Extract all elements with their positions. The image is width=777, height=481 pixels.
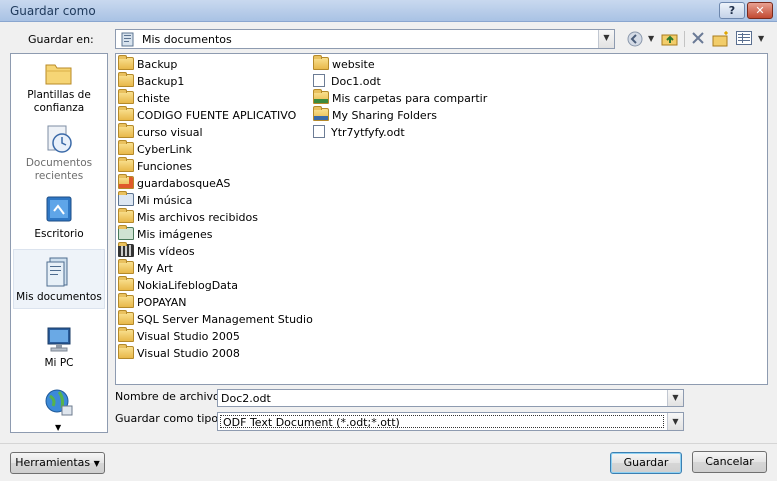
filename-combo[interactable]: Doc2.odt ▼ [217,389,684,407]
folder-icon [118,327,134,342]
chevron-down-icon[interactable]: ▼ [598,30,614,48]
document-icon [313,74,325,87]
chevron-down-icon[interactable]: ▼ [667,413,683,430]
list-item[interactable]: Funciones [118,157,192,175]
list-item[interactable]: CyberLink [118,140,192,158]
folder-icon [45,64,72,85]
save-in-value: Mis documentos [142,33,232,46]
music-folder-icon [118,191,134,206]
list-item[interactable]: Visual Studio 2005 [118,327,240,345]
list-item[interactable]: NokiaLifeblogData [118,276,238,294]
recent-clock-icon [47,125,72,153]
delete-icon[interactable] [691,31,705,47]
list-item[interactable]: SQL Server Management Studio [118,310,313,328]
chevron-down-icon: ▼ [93,459,100,468]
up-folder-icon[interactable] [661,31,679,47]
document-icon [313,125,325,138]
folder-icon [118,123,134,138]
folder-icon [118,310,134,325]
list-item[interactable]: Mi música [118,191,192,209]
list-item[interactable]: Mis carpetas para compartir [313,89,487,107]
computer-icon [47,327,71,352]
folder-icon [313,55,329,70]
chevron-down-icon[interactable]: ▼ [667,390,683,406]
help-button[interactable]: ? [719,2,745,19]
list-item[interactable]: Mis archivos recibidos [118,208,258,226]
list-item[interactable]: Backup [118,55,177,73]
list-item[interactable]: POPAYAN [118,293,187,311]
folder-icon [118,157,134,172]
list-item[interactable]: My Sharing Folders [313,106,437,124]
back-dropdown-icon[interactable]: ▼ [648,31,654,47]
file-list[interactable]: Backup Backup1 chiste CODIGO FUENTE APLI… [115,53,768,385]
place-my-computer[interactable]: Mi PC [13,326,105,370]
new-folder-icon[interactable] [712,31,730,47]
list-item[interactable]: curso visual [118,123,203,141]
places-scroll-down-icon[interactable]: ▼ [55,423,61,432]
folder-icon [118,276,134,291]
list-item[interactable]: My Art [118,259,173,277]
list-item[interactable]: website [313,55,375,73]
list-item[interactable]: Mis imágenes [118,225,213,243]
place-label: Escritorio [34,228,84,240]
folder-icon [118,293,134,308]
title-bar: Guardar como ? ✕ [0,0,777,22]
toolbar-separator [684,31,685,47]
place-label: Plantillas de confianza [27,89,91,114]
filetype-value: ODF Text Document (*.odt;*.ott) [220,415,664,429]
folder-icon [118,55,134,70]
list-item[interactable]: guardabosqueAS [118,174,230,192]
place-label: Documentos recientes [25,157,93,182]
filetype-label: Guardar como tipo: [115,412,222,425]
desktop-icon [46,196,72,222]
network-globe-icon [45,389,73,416]
list-item[interactable]: Visual Studio 2008 [118,344,240,362]
close-button[interactable]: ✕ [747,2,773,19]
my-documents-icon [121,32,134,47]
list-item[interactable]: CODIGO FUENTE APLICATIVO [118,106,296,124]
back-icon[interactable] [627,31,643,47]
place-label: Mi PC [44,357,74,369]
list-item[interactable]: Ytr7ytfyfy.odt [313,124,405,141]
folder-icon [118,140,134,155]
place-recent-documents[interactable]: Documentos recientes [13,124,105,183]
footer-divider [0,443,777,444]
list-item[interactable]: Mis vídeos [118,242,195,260]
videos-folder-icon [118,242,134,257]
places-bar: Plantillas de confianza Documentos recie… [10,53,108,433]
folder-icon [118,208,134,223]
place-desktop[interactable]: Escritorio [13,195,105,241]
window-title: Guardar como [10,4,96,18]
folder-icon [118,344,134,359]
cancel-button[interactable]: Cancelar [692,451,767,473]
my-documents-icon [46,257,68,287]
filename-label: Nombre de archivo: [115,390,224,403]
save-button[interactable]: Guardar [610,452,682,474]
filetype-combo[interactable]: ODF Text Document (*.odt;*.ott) ▼ [217,412,684,431]
views-dropdown-icon[interactable]: ▼ [758,31,764,47]
filename-input[interactable]: Doc2.odt [221,392,271,405]
save-in-combo[interactable]: Mis documentos ▼ [115,29,615,49]
save-in-label: Guardar en: [28,33,94,46]
special-folder-icon [118,174,134,189]
shared-folder-icon [313,106,329,121]
place-my-documents[interactable]: Mis documentos [13,249,105,309]
views-icon[interactable] [736,31,752,47]
folder-icon [118,89,134,104]
list-item[interactable]: chiste [118,89,170,107]
place-network[interactable] [13,388,105,421]
folder-icon [118,72,134,87]
place-label: Mis documentos [16,291,102,303]
list-item[interactable]: Backup1 [118,72,184,90]
pictures-folder-icon [118,225,134,240]
folder-icon [118,259,134,274]
tools-button[interactable]: Herramientas ▼ [10,452,105,474]
shared-folder-icon [313,89,329,104]
list-item[interactable]: Doc1.odt [313,73,381,90]
folder-icon [118,106,134,121]
place-trusted-templates[interactable]: Plantillas de confianza [13,60,105,115]
